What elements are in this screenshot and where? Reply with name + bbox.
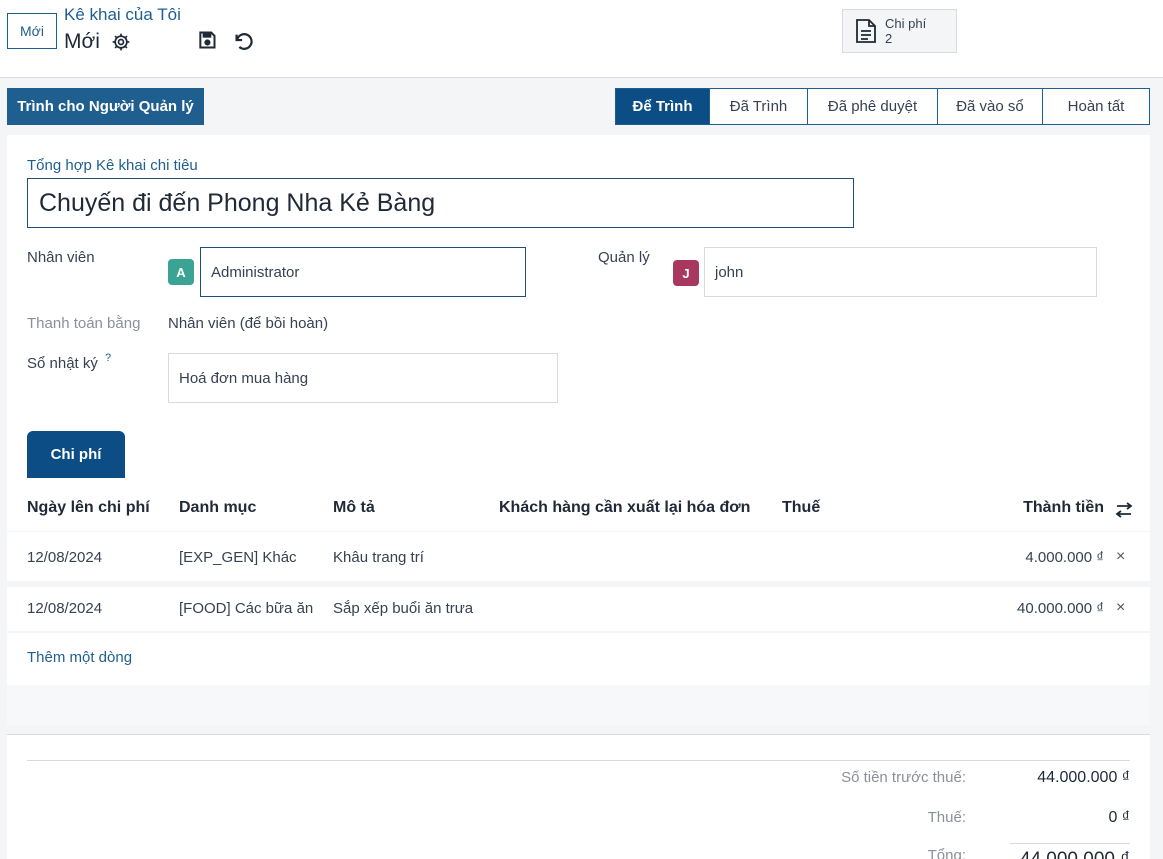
add-line-link[interactable]: Thêm một dòng xyxy=(27,649,132,666)
help-tooltip[interactable]: ? xyxy=(105,352,111,364)
employee-field[interactable]: Administrator xyxy=(200,247,526,297)
row-date: 12/08/2024 xyxy=(27,600,103,617)
stage-approved[interactable]: Đã phê duyệt xyxy=(808,88,938,125)
divider xyxy=(1010,843,1130,844)
stage-to-submit[interactable]: Để Trình xyxy=(615,88,710,125)
smart-button-label: Chi phí xyxy=(885,16,927,31)
table-footer xyxy=(7,685,1150,725)
untaxed-label: Số tiền trước thuế: xyxy=(841,769,966,786)
row-description: Sắp xếp buổi ăn trưa xyxy=(333,600,474,617)
column-header[interactable]: Ngày lên chi phí xyxy=(27,499,150,517)
summary-label: Tổng hợp Kê khai chi tiêu xyxy=(27,157,198,174)
status-bar: Để Trình Đã Trình Đã phê duyệt Đã vào sổ… xyxy=(615,88,1150,125)
row-description: Khâu trang trí xyxy=(333,549,424,566)
tax-value: 0 ₫ xyxy=(1108,809,1130,826)
summary-input[interactable]: Chuyến đi đến Phong Nha Kẻ Bàng xyxy=(27,178,854,228)
manager-field[interactable]: john xyxy=(704,247,1097,297)
avatar: A xyxy=(168,259,194,285)
save-icon[interactable] xyxy=(197,30,217,50)
column-header[interactable]: Thuế xyxy=(782,499,820,517)
smart-button-count: 2 xyxy=(885,31,893,46)
tax-label: Thuế: xyxy=(927,809,966,826)
breadcrumb-my-expense-reports[interactable]: Kê khai của Tôi xyxy=(64,5,181,25)
stage-done[interactable]: Hoàn tất xyxy=(1043,88,1150,125)
control-panel: Mới Kê khai của Tôi Mới Chi phí 2 xyxy=(0,0,1163,78)
gear-icon[interactable] xyxy=(111,32,131,52)
record-name: Mới xyxy=(64,30,100,53)
row-category: [EXP_GEN] Khác xyxy=(179,549,297,566)
delete-row-icon[interactable]: × xyxy=(1116,599,1125,617)
undo-icon[interactable] xyxy=(232,30,254,52)
tab-expenses[interactable]: Chi phí xyxy=(27,431,125,478)
avatar: J xyxy=(673,260,699,286)
column-settings-icon[interactable] xyxy=(1115,501,1133,519)
row-category: [FOOD] Các bữa ăn xyxy=(179,600,314,617)
document-icon xyxy=(856,19,876,43)
totals-panel: Số tiền trước thuế: 44.000.000 ₫ Thuế: 0… xyxy=(7,734,1150,859)
row-date: 12/08/2024 xyxy=(27,549,103,566)
journal-field[interactable]: Hoá đơn mua hàng xyxy=(168,353,558,403)
paid-by-value: Nhân viên (để bồi hoàn) xyxy=(168,315,329,332)
stage-posted[interactable]: Đã vào sổ xyxy=(938,88,1043,125)
total-label: Tổng: xyxy=(927,847,966,859)
delete-row-icon[interactable]: × xyxy=(1116,548,1125,566)
table-row[interactable]: 12/08/2024 [EXP_GEN] Khác Khâu trang trí… xyxy=(7,532,1150,581)
journal-label: Sổ nhật ký xyxy=(27,355,98,372)
employee-label: Nhân viên xyxy=(27,249,95,266)
stage-submitted[interactable]: Đã Trình xyxy=(710,88,808,125)
untaxed-value: 44.000.000 ₫ xyxy=(1037,769,1130,786)
paid-by-label: Thanh toán bằng xyxy=(27,315,141,332)
form-sheet: Tổng hợp Kê khai chi tiêu Chuyến đi đến … xyxy=(7,135,1150,725)
column-header[interactable]: Danh mục xyxy=(179,499,256,517)
total-value: 44.000.000 ₫ xyxy=(1020,849,1130,859)
column-header[interactable]: Khách hàng cần xuất lại hóa đơn xyxy=(499,499,750,517)
column-header[interactable]: Thành tiền xyxy=(1023,499,1104,517)
row-total: 4.000.000 ₫ xyxy=(1025,549,1104,566)
column-header[interactable]: Mô tả xyxy=(333,499,375,517)
submit-to-manager-button[interactable]: Trình cho Người Quản lý xyxy=(7,88,204,125)
table-row[interactable]: 12/08/2024 [FOOD] Các bữa ăn Sắp xếp buổ… xyxy=(7,587,1150,631)
row-total: 40.000.000 ₫ xyxy=(1017,600,1104,617)
divider xyxy=(27,760,1130,761)
new-button[interactable]: Mới xyxy=(7,13,57,49)
expenses-smart-button[interactable]: Chi phí 2 xyxy=(842,9,957,53)
manager-label: Quản lý xyxy=(598,249,650,266)
